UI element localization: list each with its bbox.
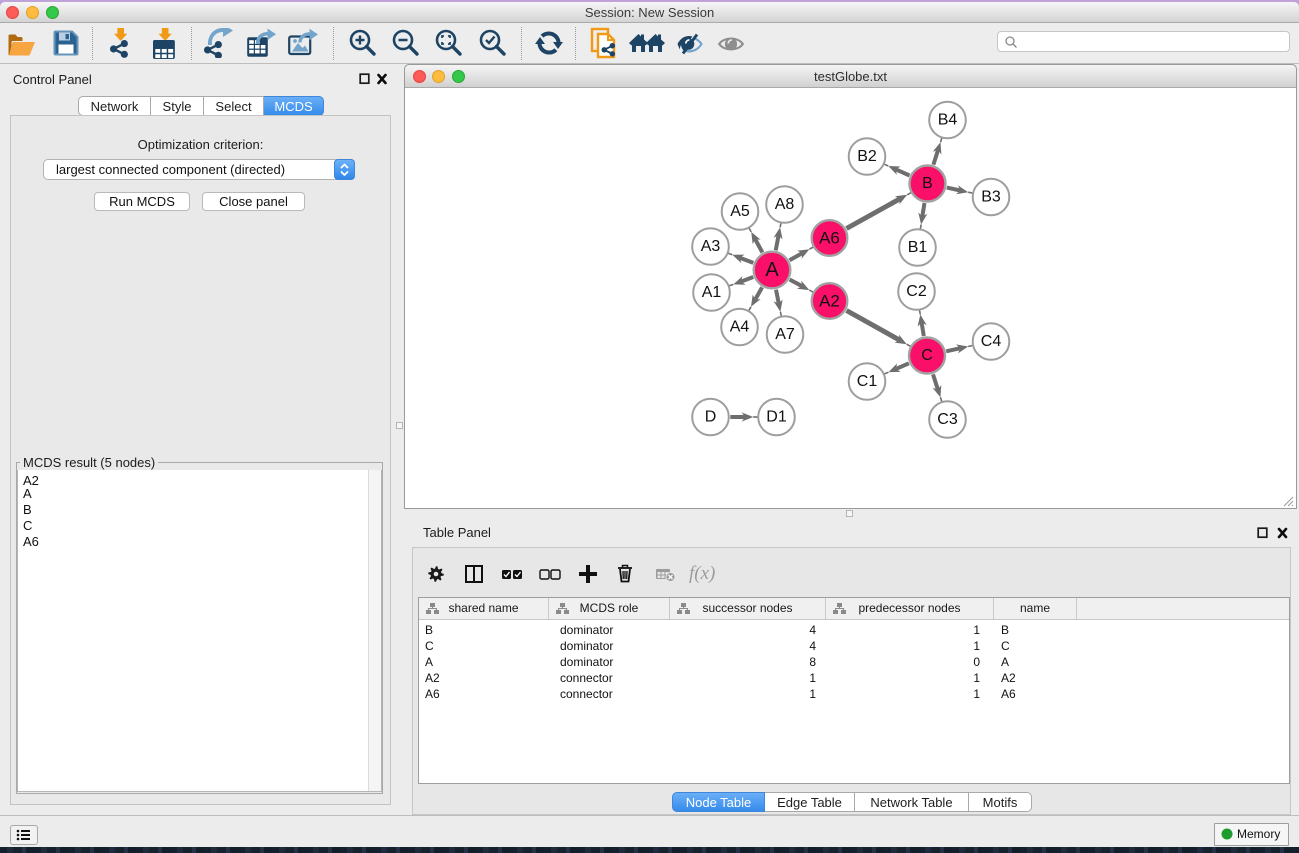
- svg-text:D: D: [705, 409, 717, 426]
- svg-text:C2: C2: [906, 283, 927, 300]
- svg-text:f(x): f(x): [689, 564, 715, 584]
- svg-text:B4: B4: [938, 112, 958, 129]
- svg-text:A8: A8: [775, 196, 795, 213]
- svg-text:C1: C1: [857, 373, 878, 390]
- svg-text:C4: C4: [981, 333, 1002, 350]
- svg-text:B1: B1: [908, 239, 928, 256]
- svg-text:C: C: [921, 347, 933, 364]
- svg-text:A3: A3: [701, 238, 721, 255]
- svg-text:A4: A4: [730, 319, 750, 336]
- svg-text:C3: C3: [937, 411, 958, 428]
- svg-text:A1: A1: [702, 284, 722, 301]
- svg-text:A7: A7: [775, 326, 795, 343]
- svg-text:A5: A5: [730, 203, 750, 220]
- svg-text:A6: A6: [819, 229, 840, 248]
- svg-text:B3: B3: [981, 189, 1001, 206]
- svg-text:D1: D1: [766, 409, 787, 426]
- svg-text:A: A: [765, 259, 779, 281]
- svg-text:B: B: [922, 175, 933, 192]
- svg-text:A2: A2: [819, 292, 840, 311]
- svg-text:B2: B2: [857, 148, 877, 165]
